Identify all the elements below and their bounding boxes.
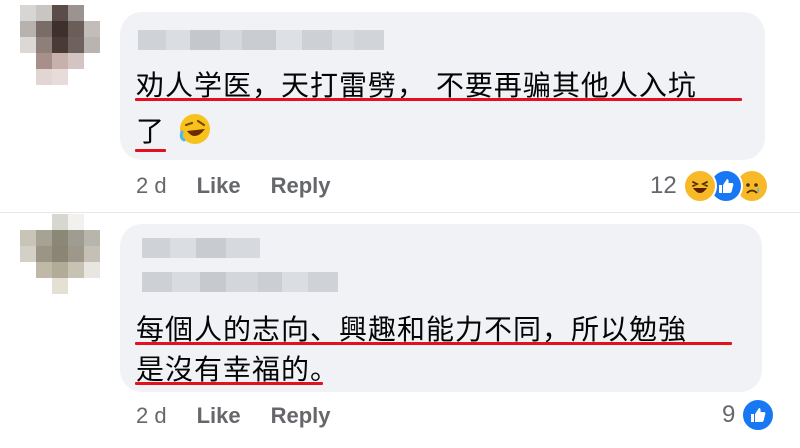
comment-bubble: 劝人学医，天打雷劈， 不要再骗其他人入坑 了 [120, 12, 765, 160]
reply-button[interactable]: Reply [271, 173, 331, 199]
author-name-blurred [142, 272, 338, 292]
red-underline [135, 149, 166, 152]
comment-divider [0, 212, 800, 213]
avatar[interactable] [20, 214, 100, 294]
author-name-blurred[interactable] [138, 30, 384, 50]
comment-actions: 2 d Like Reply [136, 168, 331, 204]
like-button[interactable]: Like [197, 173, 241, 199]
comment-text-line: 了 [136, 115, 166, 148]
comment-bubble: 每個人的志向、興趣和能力不同，所以勉強 是沒有幸福的。 [120, 224, 762, 392]
reaction-summary[interactable]: 12 [650, 169, 769, 203]
haha-icon [682, 169, 717, 203]
reaction-count: 9 [722, 401, 736, 428]
like-icon [741, 398, 776, 432]
reply-button[interactable]: Reply [271, 403, 331, 429]
reaction-summary[interactable]: 9 [722, 398, 776, 432]
red-underline [135, 382, 323, 385]
rolling-laughing-emoji-icon [179, 114, 210, 144]
reaction-count: 12 [650, 172, 677, 199]
avatar[interactable] [20, 5, 100, 85]
red-underline [135, 342, 732, 345]
comment-actions: 2 d Like Reply [136, 398, 331, 434]
timestamp[interactable]: 2 d [136, 403, 167, 429]
timestamp[interactable]: 2 d [136, 173, 167, 199]
author-name-blurred[interactable] [142, 238, 260, 258]
like-button[interactable]: Like [197, 403, 241, 429]
red-underline [135, 98, 742, 101]
